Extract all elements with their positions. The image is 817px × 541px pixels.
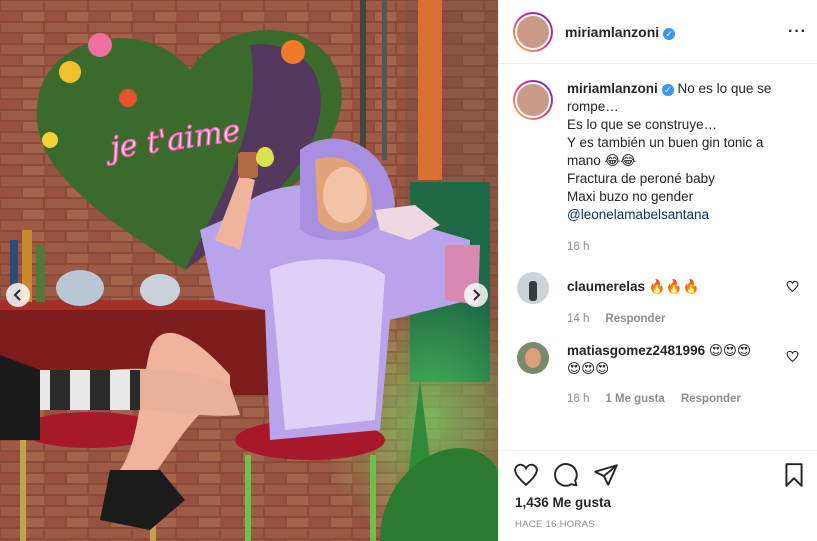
comment-text-2: 😍😍😍 xyxy=(567,361,610,376)
comment-row: claumerelas 🔥🔥🔥 14 h Responder xyxy=(513,272,807,328)
verified-badge-icon: ✓ xyxy=(663,27,676,40)
caption-username[interactable]: miriamlanzoni xyxy=(567,81,658,96)
caption-row: miriamlanzoni ✓ No es lo que se rompe… Es… xyxy=(513,80,807,256)
caption-mention[interactable]: @leonelamabelsantana xyxy=(567,206,793,224)
author-username[interactable]: miriamlanzoni ✓ xyxy=(565,24,676,40)
comment-username[interactable]: matiasgomez2481996 xyxy=(567,343,705,358)
post-panel: miriamlanzoni ✓ ··· miriamlanzoni ✓ No es … xyxy=(498,0,817,541)
chevron-right-icon xyxy=(473,289,481,301)
post-photo[interactable]: je t'aime xyxy=(0,0,498,541)
reply-button[interactable]: Responder xyxy=(605,310,665,328)
comment-icon[interactable] xyxy=(553,462,579,488)
comments-list: miriamlanzoni ✓ No es lo que se rompe… Es… xyxy=(513,80,807,450)
caption-line-2: Es lo que se construye… xyxy=(567,117,718,132)
share-icon[interactable] xyxy=(593,462,619,488)
comment-time: 16 h xyxy=(567,393,590,405)
caption-body: miriamlanzoni ✓ No es lo que se rompe… Es… xyxy=(567,80,793,256)
comment-likes[interactable]: 1 Me gusta xyxy=(605,390,664,408)
caption-line-1: rompe… xyxy=(567,99,619,114)
more-options-icon[interactable]: ··· xyxy=(788,23,807,41)
comment-body: claumerelas 🔥🔥🔥 14 h Responder xyxy=(567,272,793,328)
heart-icon[interactable] xyxy=(513,462,539,488)
comment-heart-icon[interactable] xyxy=(786,280,799,293)
like-count[interactable]: 1,436 Me gusta xyxy=(499,491,817,510)
reply-button[interactable]: Responder xyxy=(681,390,741,408)
post-header: miriamlanzoni ✓ ··· xyxy=(499,0,817,64)
comment-avatar[interactable] xyxy=(517,272,549,304)
caption-time: 16 h xyxy=(567,241,590,253)
comment-text: 😍😍😍 xyxy=(708,343,752,358)
caption-avatar[interactable] xyxy=(513,80,553,120)
comment-body: matiasgomez2481996 😍😍😍 😍😍😍 16 h 1 Me gus… xyxy=(567,342,793,408)
comment-avatar[interactable] xyxy=(517,342,549,374)
comment-text: 🔥🔥🔥 xyxy=(648,279,700,294)
post-time-ago: HACE 16 HORAS xyxy=(515,519,595,530)
next-photo-button[interactable] xyxy=(464,283,488,307)
caption-line-3: Y es también un buen gin tonic a xyxy=(567,135,764,150)
caption-line-4: mano 😂😂 xyxy=(567,153,637,168)
prev-photo-button[interactable] xyxy=(6,283,30,307)
chevron-left-icon xyxy=(13,289,21,301)
photo-scene: je t'aime xyxy=(0,0,498,541)
comment-username[interactable]: claumerelas xyxy=(567,279,645,294)
caption-line-6: Maxi buzo no gender xyxy=(567,189,694,204)
comment-heart-icon[interactable] xyxy=(786,350,799,363)
caption-line-0: No es lo que se xyxy=(677,81,772,96)
author-avatar[interactable] xyxy=(513,11,553,52)
comment-time: 14 h xyxy=(567,313,590,325)
comment-row: matiasgomez2481996 😍😍😍 😍😍😍 16 h 1 Me gus… xyxy=(513,342,807,408)
post-actions: 1,436 Me gusta HACE 16 HORAS xyxy=(499,450,817,530)
bookmark-icon[interactable] xyxy=(781,462,807,488)
verified-badge-icon: ✓ xyxy=(661,84,674,96)
caption-line-5: Fractura de peroné baby xyxy=(567,171,715,186)
